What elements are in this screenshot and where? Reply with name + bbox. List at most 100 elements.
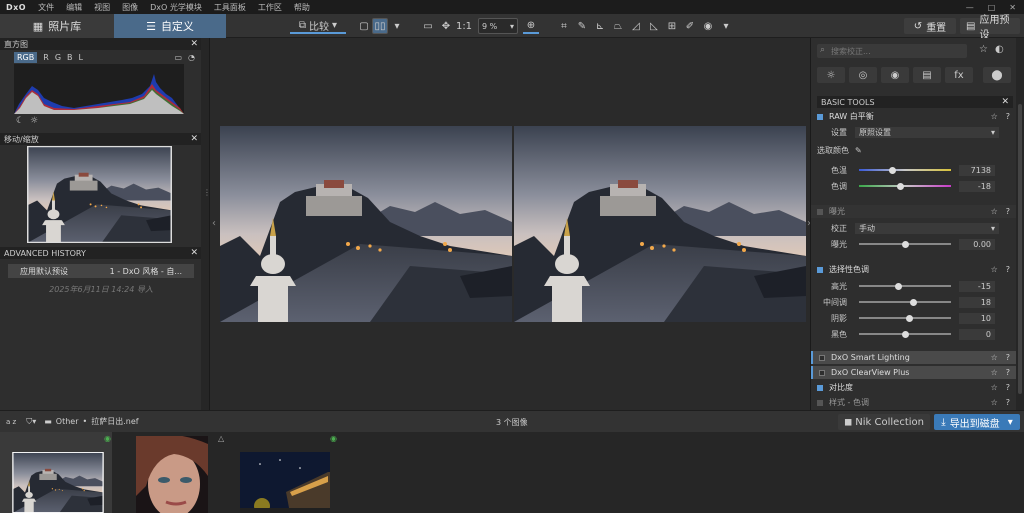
mask-icon[interactable]: ◺ xyxy=(646,18,662,34)
star-icon[interactable]: ☆ xyxy=(979,44,988,55)
sort-button[interactable]: a z xyxy=(6,418,16,426)
star-icon[interactable]: ☆ xyxy=(991,265,998,274)
menu-edit[interactable]: 编辑 xyxy=(60,2,88,13)
star-icon[interactable]: ☆ xyxy=(991,112,998,121)
contrast-header[interactable]: 对比度 ☆? xyxy=(811,381,1016,394)
smart-lighting-checkbox[interactable] xyxy=(819,354,825,361)
category-color[interactable]: ◎ xyxy=(849,67,877,83)
navigator-thumbnail[interactable] xyxy=(26,146,173,243)
wb-tint-slider[interactable] xyxy=(859,182,951,190)
slider-knob[interactable] xyxy=(901,330,909,338)
move-icon[interactable]: ✥ xyxy=(438,18,454,34)
export-to-disk-button[interactable]: ⤓ 导出到磁盘 ▾ xyxy=(934,414,1020,430)
toggle-icon[interactable]: ◐ xyxy=(995,44,1004,55)
category-light[interactable]: ☼ xyxy=(817,67,845,83)
star-icon[interactable]: ☆ xyxy=(991,368,998,377)
midtones-value[interactable]: 18 xyxy=(959,296,995,308)
slider-knob[interactable] xyxy=(896,182,904,190)
style-tone-header[interactable]: 样式 - 色调 ☆? xyxy=(811,396,1016,409)
monitor-icon[interactable]: ▭ xyxy=(174,53,182,62)
close-icon[interactable]: ✕ xyxy=(190,248,198,258)
chevron-down-icon[interactable]: ▾ xyxy=(1008,417,1013,428)
original-image[interactable] xyxy=(220,126,512,322)
clearview-checkbox[interactable] xyxy=(819,369,825,376)
slider-knob[interactable] xyxy=(901,240,909,248)
more-icon[interactable]: ▾ xyxy=(718,18,734,34)
wb-tool-header[interactable]: RAW 白平衡 ☆? xyxy=(811,110,1016,123)
category-detail[interactable]: ◉ xyxy=(881,67,909,83)
exposure-value[interactable]: 0.00 xyxy=(959,238,995,250)
clearview-header[interactable]: DxO ClearView Plus ☆? xyxy=(811,366,1016,379)
channel-rgb[interactable]: RGB xyxy=(14,52,38,63)
close-icon[interactable]: ✕ xyxy=(190,39,198,49)
exposure-tool-header[interactable]: 曝光 ☆? xyxy=(811,205,1016,218)
close-icon[interactable]: ✕ xyxy=(1001,97,1009,107)
channel-r[interactable]: R xyxy=(43,53,49,62)
nik-collection-button[interactable]: ◼ Nik Collection xyxy=(838,414,930,430)
gamut-icon[interactable]: ◔ xyxy=(188,53,195,62)
folder-label[interactable]: Other xyxy=(56,417,79,426)
shadows-value[interactable]: 10 xyxy=(959,312,995,324)
thumbnail-potala[interactable] xyxy=(12,452,104,513)
corrected-image[interactable] xyxy=(514,126,806,322)
menu-view[interactable]: 视图 xyxy=(88,2,116,13)
menu-file[interactable]: 文件 xyxy=(32,2,60,13)
highlights-value[interactable]: -15 xyxy=(959,280,995,292)
history-entry[interactable]: 应用默认预设 1 - DxO 风格 - 自... xyxy=(8,264,194,278)
contrast-checkbox[interactable] xyxy=(817,384,823,391)
help-icon[interactable]: ? xyxy=(1006,383,1010,392)
split-view-icon[interactable]: ▯▯ xyxy=(372,18,388,34)
exposure-mode-select[interactable]: 手动 ▾ xyxy=(855,222,999,234)
menu-image[interactable]: 图像 xyxy=(116,2,144,13)
star-icon[interactable]: ☆ xyxy=(991,207,998,216)
eye-icon[interactable]: ◉ xyxy=(700,18,716,34)
minimize-icon[interactable]: — xyxy=(966,3,974,12)
close-icon[interactable]: ✕ xyxy=(190,134,198,144)
star-icon[interactable]: ☆ xyxy=(991,383,998,392)
right-panel-scrollbar[interactable] xyxy=(1016,38,1024,410)
category-geometry[interactable]: ▤ xyxy=(913,67,941,83)
tab-photo-library[interactable]: ▦ 照片库 xyxy=(0,14,114,38)
crop-icon[interactable]: ⌗ xyxy=(556,18,572,34)
eyedropper-icon[interactable]: ✎ xyxy=(855,146,862,155)
filter-icon[interactable]: ⛉▾ xyxy=(26,417,36,427)
shadow-clipping-icon[interactable]: ☾ xyxy=(16,116,24,126)
wb-enable-checkbox[interactable] xyxy=(817,113,823,120)
highlights-slider[interactable] xyxy=(859,282,951,290)
help-icon[interactable]: ? xyxy=(1006,368,1010,377)
local-adjust-icon[interactable]: ⊞ xyxy=(664,18,680,34)
menu-tool-panels[interactable]: 工具面板 xyxy=(208,2,252,13)
channel-l[interactable]: L xyxy=(79,53,83,62)
shadows-slider[interactable] xyxy=(859,314,951,322)
menu-workspace[interactable]: 工作区 xyxy=(252,2,288,13)
wb-temperature-value[interactable]: 7138 xyxy=(959,164,995,176)
view-dropdown-icon[interactable]: ▾ xyxy=(389,18,405,34)
help-icon[interactable]: ? xyxy=(1006,207,1010,216)
blacks-value[interactable]: 0 xyxy=(959,328,995,340)
category-local-adjust[interactable]: ⬤ xyxy=(983,67,1011,83)
style-tone-checkbox[interactable] xyxy=(817,399,823,406)
crop-frame-icon[interactable]: ▭ xyxy=(420,18,436,34)
volume-deformation-icon[interactable]: ◿ xyxy=(628,18,644,34)
reset-button[interactable]: ↺ 重置 xyxy=(904,18,956,34)
slider-knob[interactable] xyxy=(895,282,903,290)
zoom-select[interactable]: 9 % ▾ xyxy=(478,18,518,34)
repair-icon[interactable]: ✐ xyxy=(682,18,698,34)
help-icon[interactable]: ? xyxy=(1006,265,1010,274)
wb-tint-value[interactable]: -18 xyxy=(959,180,995,192)
slider-knob[interactable] xyxy=(888,166,896,174)
exposure-enable-checkbox[interactable] xyxy=(817,208,823,215)
star-icon[interactable]: ☆ xyxy=(991,398,998,407)
channel-g[interactable]: G xyxy=(55,53,61,62)
slider-knob[interactable] xyxy=(906,314,914,322)
selective-tone-checkbox[interactable] xyxy=(817,266,823,273)
compare-button[interactable]: ⧉ 比较 ▾ xyxy=(290,18,346,34)
apply-preset-button[interactable]: ▤ 应用预设 xyxy=(960,15,1020,41)
channel-b[interactable]: B xyxy=(67,53,73,62)
menu-optics-modules[interactable]: DxO 光学模块 xyxy=(144,2,208,13)
thumbnail-portrait[interactable] xyxy=(136,436,208,513)
single-view-icon[interactable]: ▢ xyxy=(356,18,372,34)
wb-temperature-slider[interactable] xyxy=(859,166,951,174)
scroll-thumb[interactable] xyxy=(1018,104,1022,394)
category-effects[interactable]: fx xyxy=(945,67,973,83)
